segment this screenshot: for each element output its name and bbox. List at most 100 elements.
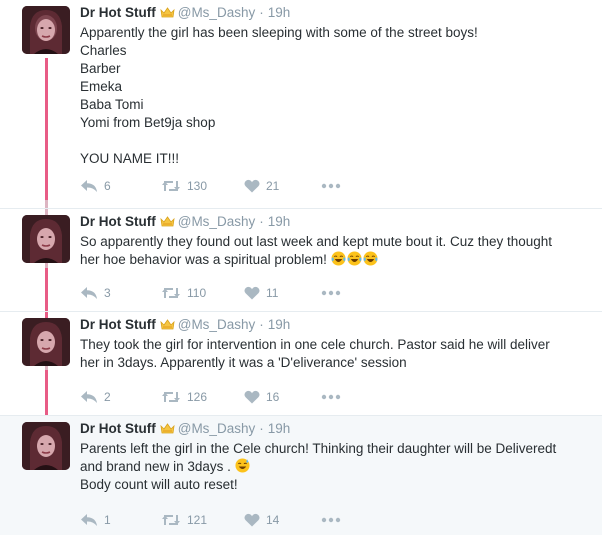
like-count: 21 — [266, 179, 280, 193]
crown-icon — [160, 317, 175, 335]
like-button[interactable]: 21 — [244, 177, 279, 195]
tweet-text-line: Barber — [80, 61, 121, 76]
retweet-button[interactable]: 130 — [161, 177, 207, 195]
retweet-icon — [162, 181, 180, 191]
author-name[interactable]: Dr Hot Stuff — [80, 214, 156, 229]
separator-dot: · — [259, 214, 264, 229]
like-icon — [244, 286, 260, 300]
reply-icon — [81, 180, 97, 192]
timestamp[interactable]: 19h — [268, 214, 291, 229]
retweet-count: 110 — [187, 286, 207, 300]
retweet-button[interactable]: 126 — [161, 388, 207, 406]
reply-icon — [81, 514, 97, 526]
reply-button[interactable]: 6 — [80, 177, 111, 195]
reply-count: 3 — [104, 286, 111, 300]
more-icon — [321, 517, 341, 523]
more-button[interactable] — [320, 284, 348, 302]
tweet-text-line: Yomi from Bet9ja shop — [80, 115, 216, 130]
retweet-icon — [162, 515, 180, 525]
reply-button[interactable]: 3 — [80, 284, 111, 302]
like-button[interactable]: 16 — [244, 388, 279, 406]
tweet-text-line: her hoe behavior was a spiritual problem… — [80, 252, 327, 267]
reply-count: 6 — [104, 179, 111, 193]
separator-dot: · — [259, 5, 264, 20]
retweet-count: 130 — [187, 179, 208, 193]
like-icon — [244, 513, 260, 527]
author-name[interactable]: Dr Hot Stuff — [80, 421, 156, 436]
reply-icon — [81, 391, 97, 403]
retweet-icon — [162, 288, 180, 298]
separator-dot: · — [259, 421, 264, 436]
separator-dot: · — [259, 317, 264, 332]
like-button[interactable]: 14 — [244, 511, 279, 529]
tweet-text-line: and brand new in 3days . — [80, 459, 231, 474]
laughing-tears-emoji — [363, 251, 378, 266]
like-button[interactable]: 11 — [244, 284, 278, 302]
author-name[interactable]: Dr Hot Stuff — [80, 317, 156, 332]
author-handle[interactable]: @Ms_Dashy — [178, 214, 255, 229]
avatar[interactable] — [22, 422, 70, 470]
tweet-text-line-with-emoji: and brand new in 3days . — [80, 458, 588, 476]
tweet[interactable]: Dr Hot Stuff @Ms_Dashy · 19h Parents left t… — [0, 415, 602, 535]
tweet-text: Parents left the girl in the Cele church… — [80, 440, 588, 494]
more-button[interactable] — [320, 177, 348, 195]
laughing-tears-emoji — [347, 251, 362, 266]
more-button[interactable] — [320, 511, 348, 529]
tweet-text-line: YOU NAME IT!!! — [80, 151, 180, 166]
crown-icon — [160, 214, 175, 232]
like-icon — [244, 179, 260, 193]
tweet[interactable]: Dr Hot Stuff @Ms_Dashy · 19h Apparently the… — [0, 0, 602, 208]
tweet[interactable]: Dr Hot Stuff @Ms_Dashy · 19h So apparently … — [0, 208, 602, 311]
timestamp[interactable]: 19h — [268, 317, 291, 332]
reply-button[interactable]: 2 — [80, 388, 111, 406]
more-button[interactable] — [320, 388, 348, 406]
more-icon — [321, 183, 341, 189]
like-icon — [244, 390, 260, 404]
author-name[interactable]: Dr Hot Stuff — [80, 5, 156, 20]
timestamp[interactable]: 19h — [268, 421, 291, 436]
tweet-text-line — [80, 132, 588, 150]
like-count: 16 — [266, 390, 280, 404]
retweet-icon — [162, 392, 180, 402]
author-handle[interactable]: @Ms_Dashy — [178, 5, 255, 20]
tweet[interactable]: Dr Hot Stuff @Ms_Dashy · 19h They took the … — [0, 311, 602, 415]
more-icon — [321, 394, 341, 400]
avatar[interactable] — [22, 6, 70, 54]
tweet-text-line: So apparently they found out last week a… — [80, 234, 553, 249]
more-icon — [321, 290, 341, 296]
tweet-text: They took the girl for intervention in o… — [80, 336, 588, 372]
tweet-text: So apparently they found out last week a… — [80, 233, 588, 269]
like-count: 11 — [266, 286, 279, 300]
tweet-text-line: Baba Tomi — [80, 97, 144, 112]
retweet-button[interactable]: 110 — [161, 284, 206, 302]
author-handle[interactable]: @Ms_Dashy — [178, 317, 255, 332]
sweat-smile-emoji — [235, 458, 250, 473]
tweet-actions: 3 110 11 — [80, 284, 400, 302]
avatar[interactable] — [22, 318, 70, 366]
crown-icon — [160, 421, 175, 439]
tweet-text-line: They took the girl for intervention in o… — [80, 337, 550, 352]
tweet-text: Apparently the girl has been sleeping wi… — [80, 24, 588, 168]
author-handle[interactable]: @Ms_Dashy — [178, 421, 255, 436]
tweet-text-line-with-emoji: her hoe behavior was a spiritual problem… — [80, 251, 588, 269]
tweet-text-line: her in 3days. Apparently it was a 'D'eli… — [80, 355, 407, 370]
laughing-tears-emoji — [331, 251, 346, 266]
tweet-thread: Dr Hot Stuff @Ms_Dashy · 19h Apparently the… — [0, 0, 602, 535]
tweet-text-line: Parents left the girl in the Cele church… — [80, 441, 557, 456]
retweet-button[interactable]: 121 — [161, 511, 207, 529]
reply-count: 1 — [104, 513, 111, 527]
tweet-actions: 6 130 21 — [80, 177, 400, 195]
reply-button[interactable]: 1 — [80, 511, 111, 529]
tweet-actions: 2 126 16 — [80, 388, 400, 406]
retweet-count: 126 — [187, 390, 208, 404]
tweet-text-line: Charles — [80, 43, 127, 58]
reply-icon — [81, 287, 97, 299]
tweet-text-line: Body count will auto reset! — [80, 477, 238, 492]
crown-icon — [160, 5, 175, 23]
timestamp[interactable]: 19h — [268, 5, 291, 20]
tweet-text-line: Emeka — [80, 79, 123, 94]
like-count: 14 — [266, 513, 280, 527]
avatar[interactable] — [22, 215, 70, 263]
retweet-count: 121 — [187, 513, 208, 527]
tweet-actions: 1 121 14 — [80, 511, 400, 529]
